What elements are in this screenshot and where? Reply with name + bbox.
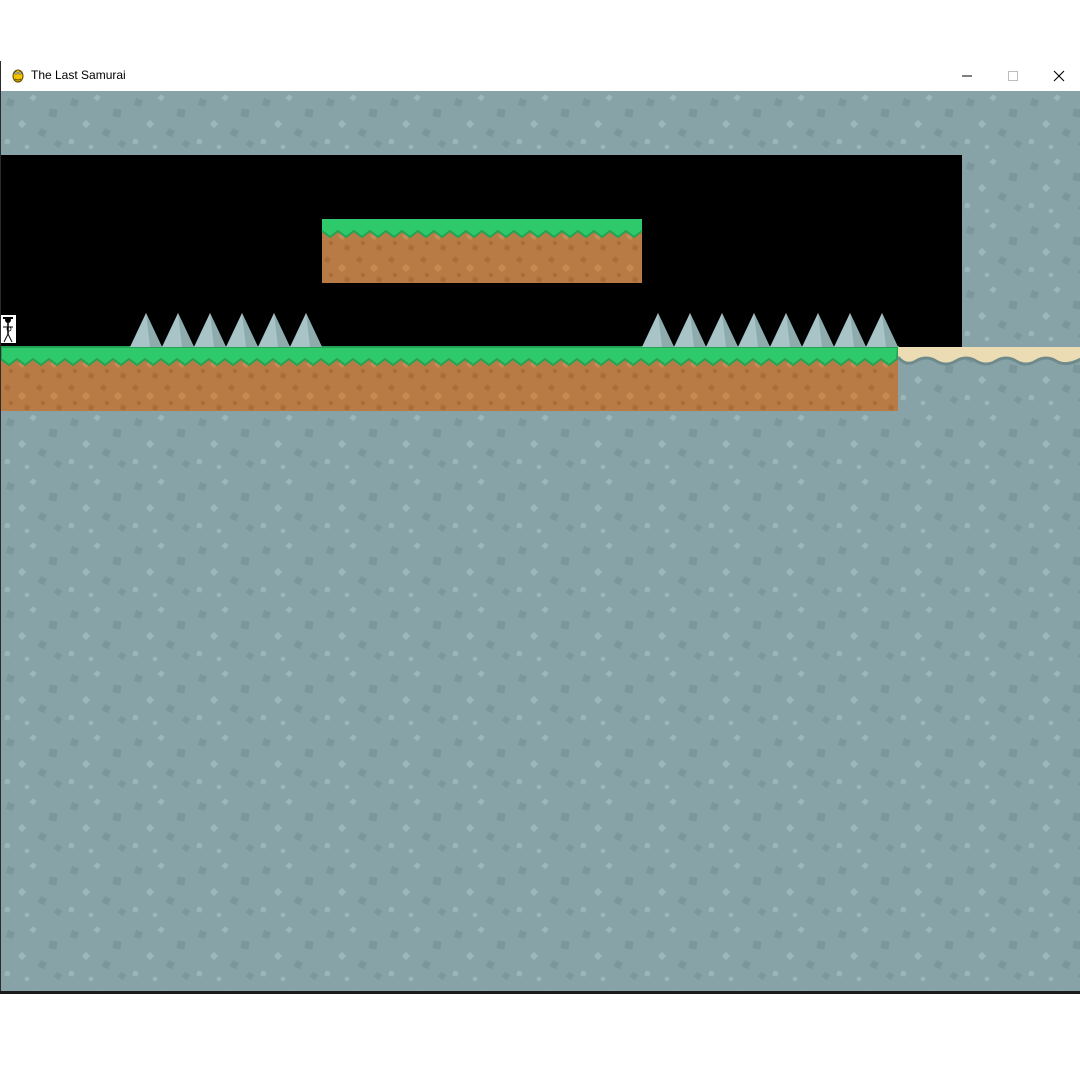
screen-top-margin	[0, 0, 1080, 61]
samurai-player	[1, 315, 16, 343]
game-window: The Last Samurai	[0, 61, 1080, 994]
game-scene	[1, 91, 1080, 991]
maximize-button[interactable]	[990, 61, 1036, 91]
pygame-snake-icon	[12, 69, 24, 83]
window-title: The Last Samurai	[31, 68, 126, 82]
close-button[interactable]	[1036, 61, 1080, 91]
title-bar[interactable]: The Last Samurai	[1, 61, 1080, 91]
minimize-button[interactable]	[944, 61, 990, 91]
game-canvas[interactable]	[1, 91, 1080, 991]
close-icon	[1053, 70, 1065, 82]
ground-platform	[1, 346, 900, 411]
minimize-icon	[962, 75, 972, 77]
maximize-icon	[1008, 71, 1018, 81]
floating-platform	[321, 219, 643, 283]
screen-bottom-margin	[0, 994, 1080, 1080]
